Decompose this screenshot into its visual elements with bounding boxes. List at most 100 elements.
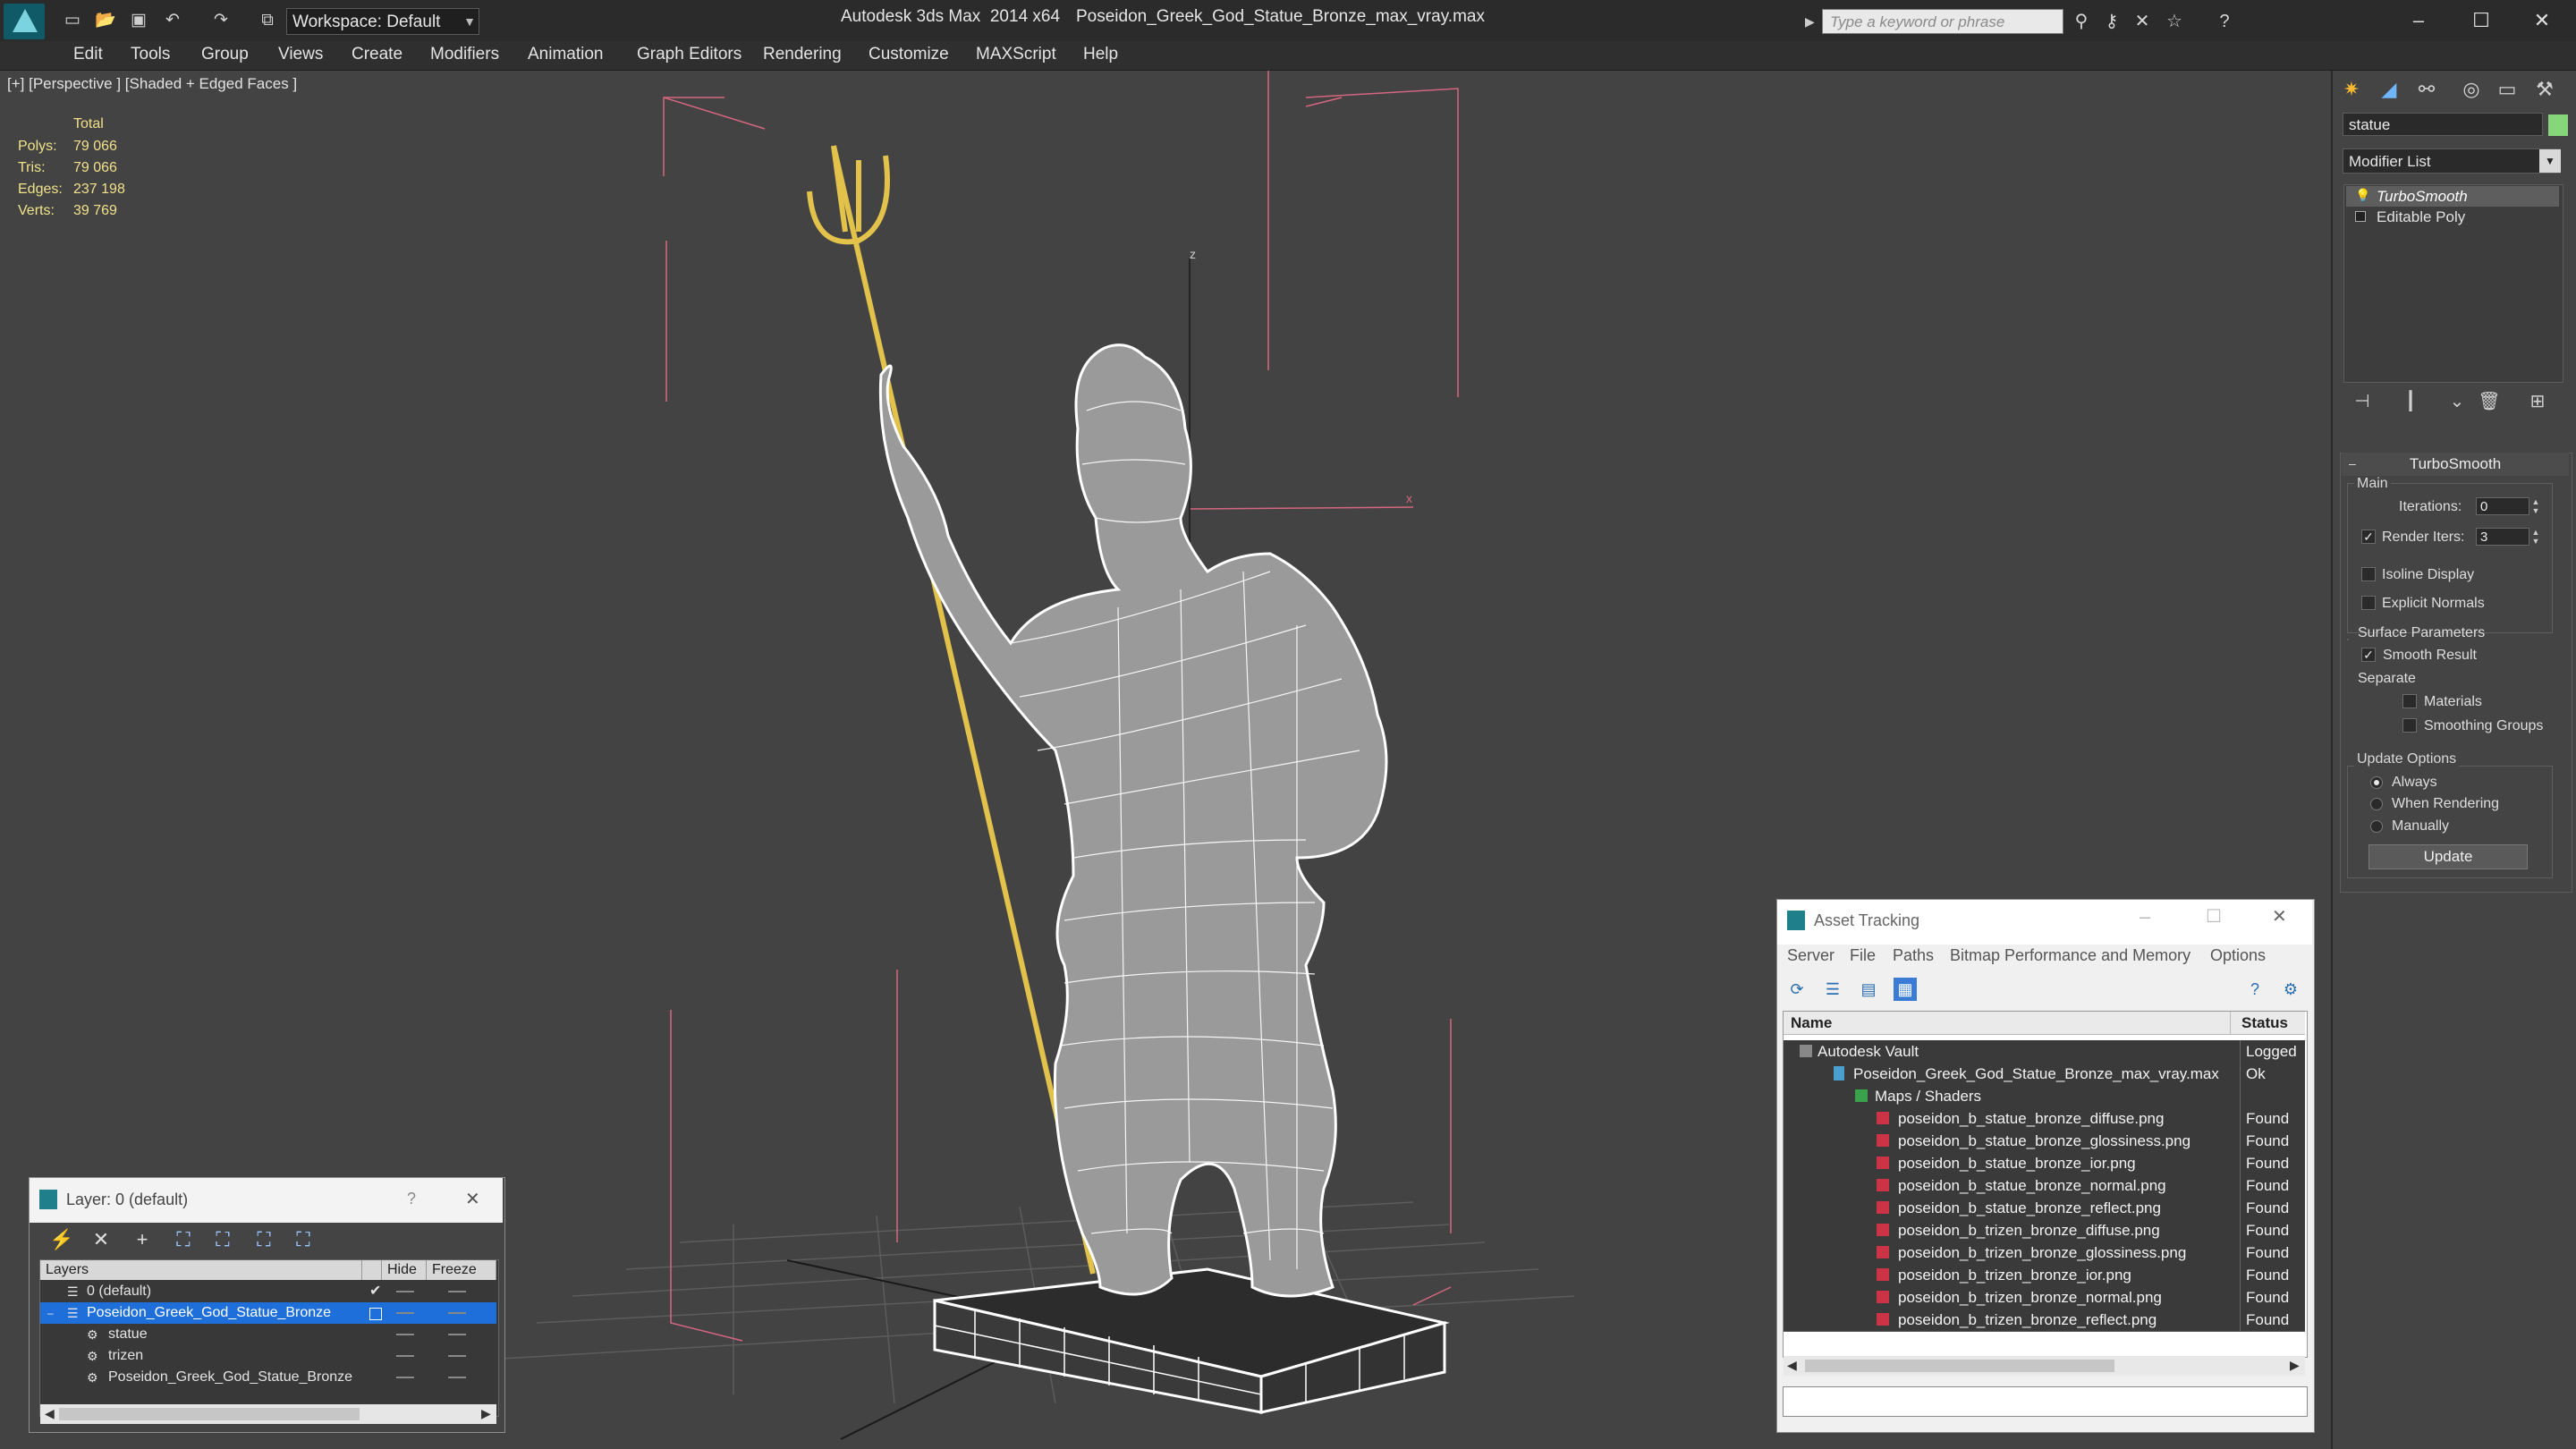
check-icon[interactable]: ✔ [369,1281,381,1302]
workspace-dropdown[interactable]: Workspace: Default [286,8,479,35]
render-iters-spinner[interactable]: 3 [2476,528,2529,546]
minimize-icon[interactable]: – [2140,905,2150,928]
settings-icon[interactable]: ⚙ [2279,978,2302,1001]
add-to-layer-icon[interactable]: + [129,1227,156,1252]
modify-tab-icon[interactable]: ◢ [2374,75,2404,104]
spinner-arrows-icon[interactable]: ▲ ▼ [2529,528,2542,546]
minimize-icon[interactable]: – [2392,5,2445,36]
menu-customize[interactable]: Customize [869,43,949,66]
collapse-icon[interactable]: – [47,1302,54,1324]
table-row[interactable]: poseidon_b_trizen_bronze_ior.png Found [1784,1264,2305,1287]
menu-group[interactable]: Group [201,43,249,66]
object-color-swatch[interactable] [2548,114,2568,136]
save-file-icon[interactable]: ▣ [129,11,148,30]
hide-all-icon[interactable]: ⛶ [250,1227,277,1252]
exchange-icon[interactable]: ✕ [2131,11,2154,32]
asset-menu-file[interactable]: File [1850,946,1876,965]
asset-menu-bitmap-performance[interactable]: Bitmap Performance and Memory [1950,946,2190,965]
utilities-tab-icon[interactable]: ⚒ [2529,75,2560,104]
list-view-icon[interactable]: ☰ [1821,978,1844,1001]
column-header-name[interactable]: Name [1784,1012,2231,1035]
list-item[interactable]: ⚙ trizen [40,1345,496,1367]
star-icon[interactable]: ☆ [2163,11,2186,32]
undo-icon[interactable]: ↶ [163,11,182,30]
pin-stack-icon[interactable]: ⊣ [2349,390,2376,413]
list-item[interactable]: ⚙ statue [40,1324,496,1345]
table-row[interactable]: Autodesk Vault Logged C [1784,1040,2305,1082]
project-folder-icon[interactable]: ⧉ [258,11,277,30]
table-row[interactable]: poseidon_b_trizen_bronze_glossiness.png F… [1784,1241,2305,1265]
current-layer-box[interactable] [369,1308,382,1320]
always-radio[interactable] [2370,776,2383,789]
object-name-field[interactable]: statue [2343,113,2543,136]
scrollbar-thumb[interactable] [59,1408,360,1420]
open-file-icon[interactable]: 📂 [95,11,116,30]
hide-toggle[interactable] [396,1377,414,1378]
scroll-right-icon[interactable]: ▶ [2290,1358,2300,1373]
maximize-icon[interactable]: ☐ [2206,905,2222,928]
menu-help[interactable]: Help [1083,43,1118,66]
menu-maxscript[interactable]: MAXScript [976,43,1056,66]
freeze-toggle[interactable] [448,1312,466,1314]
hierarchy-tab-icon[interactable]: ⚯ [2411,75,2442,104]
hide-toggle[interactable] [396,1312,414,1314]
close-icon[interactable]: ✕ [465,1188,480,1210]
make-unique-icon[interactable]: ⌄ [2444,390,2470,413]
motion-tab-icon[interactable]: ◎ [2456,75,2487,104]
help-icon[interactable]: ? [2243,978,2267,1001]
materials-checkbox[interactable] [2402,694,2417,708]
freeze-toggle[interactable] [448,1355,466,1357]
column-header-current[interactable] [362,1260,382,1280]
create-layer-icon[interactable]: ⚡ [48,1227,75,1252]
configure-sets-icon[interactable]: ⊞ [2524,390,2551,413]
hide-toggle[interactable] [396,1291,414,1292]
stack-item-editable-poly[interactable]: Editable Poly [2346,207,2559,227]
table-row[interactable]: poseidon_b_statue_bronze_normal.png Found [1784,1174,2305,1198]
delete-layer-icon[interactable]: ✕ [88,1227,114,1252]
select-objects-icon[interactable]: ⛶ [170,1227,197,1252]
help-icon[interactable]: ? [407,1190,416,1208]
asset-menu-server[interactable]: Server [1787,946,1835,965]
column-header-freeze[interactable]: Freeze [427,1260,496,1280]
column-header-hide[interactable]: Hide [382,1260,427,1280]
menu-modifiers[interactable]: Modifiers [430,43,499,66]
table-row[interactable]: poseidon_b_statue_bronze_ior.png Found [1784,1152,2305,1175]
table-row[interactable]: poseidon_b_trizen_bronze_reflect.png Foun… [1784,1309,2305,1332]
new-file-icon[interactable]: ▭ [63,11,82,30]
update-button[interactable]: Update [2368,844,2528,869]
scroll-right-icon[interactable]: ▶ [481,1406,491,1421]
chevron-down-icon[interactable]: ▼ [2539,149,2561,173]
refresh-icon[interactable]: ⟳ [1785,978,1809,1001]
table-row[interactable]: poseidon_b_statue_bronze_glossiness.png F… [1784,1130,2305,1153]
table-view-icon[interactable]: ▦ [1894,978,1917,1001]
modifier-list-dropdown[interactable]: Modifier List [2343,148,2561,174]
chevron-down-icon[interactable]: ▼ [460,8,479,35]
stack-item-turbosmooth[interactable]: TurboSmooth [2346,186,2559,207]
table-row[interactable]: poseidon_b_trizen_bronze_diffuse.png Foun… [1784,1219,2305,1242]
scroll-left-icon[interactable]: ◀ [1787,1358,1797,1373]
column-header-layers[interactable]: Layers [40,1260,362,1280]
list-item[interactable]: ⚙ Poseidon_Greek_God_Statue_Bronze [40,1367,496,1388]
smooth-result-checkbox[interactable]: ✓ [2361,648,2376,662]
expand-icon[interactable] [2355,211,2366,222]
table-row[interactable]: Poseidon_Greek_God_Statue_Bronze_max_vra… [1784,1063,2305,1086]
collapse-icon[interactable]: – [2349,456,2356,470]
search-expand-icon[interactable]: ▶ [1805,14,1815,30]
highlight-layer-icon[interactable]: ⛶ [209,1227,236,1252]
create-tab-icon[interactable]: ✷ [2336,75,2367,104]
menu-views[interactable]: Views [278,43,323,66]
when-rendering-radio[interactable] [2370,798,2383,810]
menu-rendering[interactable]: Rendering [763,43,842,66]
asset-menu-paths[interactable]: Paths [1893,946,1934,965]
freeze-toggle[interactable] [448,1334,466,1335]
table-row[interactable]: poseidon_b_statue_bronze_reflect.png Foun… [1784,1197,2305,1220]
hide-toggle[interactable] [396,1334,414,1335]
detail-view-icon[interactable]: ▤ [1857,978,1880,1001]
isoline-display-checkbox[interactable] [2361,567,2376,581]
display-tab-icon[interactable]: ▭ [2492,75,2522,104]
show-end-result-icon[interactable]: ┃ [2397,390,2424,413]
spinner-arrows-icon[interactable]: ▲ ▼ [2529,497,2542,515]
manually-radio[interactable] [2370,820,2383,833]
list-item[interactable]: ☰ 0 (default) ✔ [40,1281,496,1302]
asset-menu-options[interactable]: Options [2210,946,2266,965]
